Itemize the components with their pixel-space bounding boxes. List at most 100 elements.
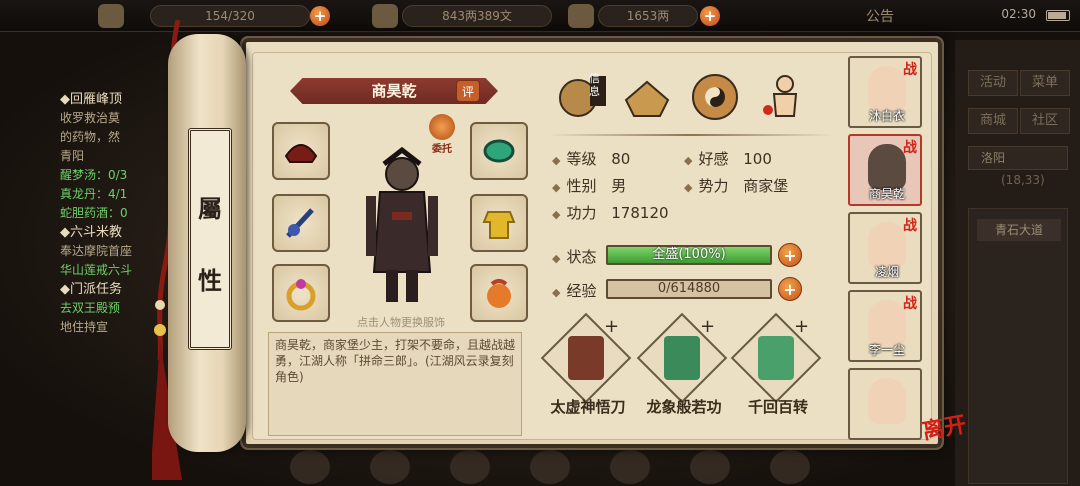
stamina-plus-button[interactable]: + — [310, 6, 330, 26]
party-roster: 战 沐白衣 战 商昊乾 战 凌烟 战 李一尘 — [848, 56, 922, 440]
equip-slot-weapon-alt[interactable] — [272, 122, 330, 180]
roster-card[interactable]: 战 沐白衣 — [848, 56, 922, 128]
bracer-item-icon — [483, 139, 515, 163]
notice-button[interactable]: 公告 — [866, 6, 894, 26]
roster-name: 沐白衣 — [868, 109, 905, 123]
relationship-icon[interactable] — [620, 70, 674, 124]
battery-icon — [1046, 10, 1070, 21]
equip-slot-ring[interactable] — [272, 264, 330, 322]
diamond-icon: ◆ — [552, 286, 561, 299]
entrust-icon — [429, 114, 455, 140]
skill-plus-icon: + — [604, 316, 620, 337]
stat-level: ◆ 等级 80 — [552, 150, 631, 168]
avatar — [868, 144, 906, 190]
exp-text: 0/614880 — [657, 281, 721, 296]
equip-slot-accessory[interactable] — [470, 264, 528, 322]
stat-favor: ◆ 好感 100 — [684, 150, 772, 168]
roster-name: 李一尘 — [868, 343, 905, 357]
equip-slot-weapon[interactable] — [272, 194, 330, 252]
battle-badge: 战 — [903, 218, 917, 234]
city-location[interactable]: 洛阳 (18,33) — [968, 146, 1068, 187]
bottom-dock — [240, 446, 840, 486]
seal-char: 性 — [198, 266, 222, 295]
shop-button[interactable]: 商城 — [968, 108, 1018, 134]
road-label: 青石大道 — [977, 219, 1061, 241]
skill-plus-icon: + — [700, 316, 716, 337]
sword-item-icon — [286, 208, 314, 238]
change-outfit-hint: 点击人物更换服饰 — [357, 316, 445, 329]
skill-slot-2[interactable]: + 龙象般若功 — [636, 312, 732, 418]
city-coords: (18,33) — [1001, 173, 1045, 187]
meridian-figure-icon[interactable] — [758, 70, 812, 124]
stat-status-label: ◆ 状态 — [552, 248, 597, 266]
movement-manual-icon — [758, 336, 794, 380]
avatar — [868, 300, 906, 346]
ring-item-icon — [286, 279, 316, 311]
helmet-item-icon — [284, 144, 318, 163]
diamond-icon: ◆ — [684, 154, 693, 167]
character-portrait[interactable] — [360, 142, 444, 306]
city-name: 洛阳 — [981, 151, 1006, 165]
faction-value: 商家堡 — [743, 177, 789, 195]
battle-badge: 战 — [903, 62, 917, 78]
dock-icon[interactable] — [610, 450, 650, 484]
entrust-button[interactable]: 委托 — [425, 114, 459, 155]
blade-manual-icon — [568, 336, 604, 380]
roster-card[interactable]: 战 李一尘 — [848, 290, 922, 362]
level-value: 80 — [611, 150, 631, 168]
roster-card[interactable] — [848, 368, 922, 440]
inner-art-manual-icon — [664, 336, 700, 380]
stat-faction: ◆ 势力 商家堡 — [684, 177, 789, 195]
roster-name: 凌烟 — [874, 265, 899, 279]
exp-plus-button[interactable]: + — [778, 277, 802, 301]
avatar — [868, 222, 906, 268]
dock-icon[interactable] — [450, 450, 490, 484]
roster-name: 商昊乾 — [868, 187, 905, 201]
skill-slot-1[interactable]: + 太虚神悟刀 — [540, 312, 636, 418]
stat-exp-label: ◆ 经验 — [552, 282, 597, 300]
battle-badge: 战 — [903, 296, 917, 312]
stat-divider — [548, 134, 834, 136]
skill-slot-3[interactable]: + 千回百转 — [730, 312, 826, 418]
power-value: 178120 — [611, 204, 669, 222]
bagua-icon[interactable] — [688, 70, 742, 124]
seal-char: 屬 — [198, 194, 222, 223]
equip-slot-armor[interactable] — [470, 194, 528, 252]
game-screen: 154/320 + 843两389文 1653两 + 公告 02:30 ◆回雁峰… — [0, 0, 1080, 486]
avatar — [868, 66, 906, 112]
stat-power: ◆ 功力 178120 — [552, 204, 669, 222]
copper-counter: 843两389文 — [402, 5, 552, 27]
dock-icon[interactable] — [370, 450, 410, 484]
roster-card-selected[interactable]: 战 商昊乾 — [848, 134, 922, 206]
attribute-seal: 屬 性 — [188, 128, 232, 350]
battle-badge: 战 — [903, 140, 917, 156]
character-description: 商昊乾，商家堡少主，打架不要命，且越战越勇，江湖人称「拼命三郎」。(江湖风云录复… — [268, 332, 522, 436]
clock: 02:30 — [1001, 7, 1036, 21]
stat-gender: ◆ 性别 男 — [552, 177, 627, 195]
menu-button[interactable]: 菜单 — [1020, 70, 1070, 96]
ingot-icon — [568, 4, 594, 28]
dock-icon[interactable] — [770, 450, 810, 484]
avatar — [868, 378, 906, 424]
silver-plus-button[interactable]: + — [700, 6, 720, 26]
gender-value: 男 — [611, 177, 627, 195]
status-plus-button[interactable]: + — [778, 243, 802, 267]
diamond-icon: ◆ — [552, 252, 561, 265]
dock-icon[interactable] — [690, 450, 730, 484]
review-button[interactable]: 评 — [456, 80, 480, 102]
community-button[interactable]: 社区 — [1020, 108, 1070, 134]
diamond-icon: ◆ — [552, 181, 561, 194]
dock-icon[interactable] — [530, 450, 570, 484]
dock-icon[interactable] — [290, 450, 330, 484]
info-label: 信息 — [589, 72, 600, 98]
equip-slot-bracer[interactable] — [470, 122, 528, 180]
exp-bar: 0/614880 — [606, 279, 772, 299]
silver-counter: 1653两 — [598, 5, 698, 27]
diamond-icon: ◆ — [684, 181, 693, 194]
armor-item-icon — [482, 211, 516, 239]
coin-icon — [372, 4, 398, 28]
favor-value: 100 — [743, 150, 772, 168]
avatar-icon[interactable] — [98, 4, 124, 28]
roster-card[interactable]: 战 凌烟 — [848, 212, 922, 284]
activity-button[interactable]: 活动 — [968, 70, 1018, 96]
